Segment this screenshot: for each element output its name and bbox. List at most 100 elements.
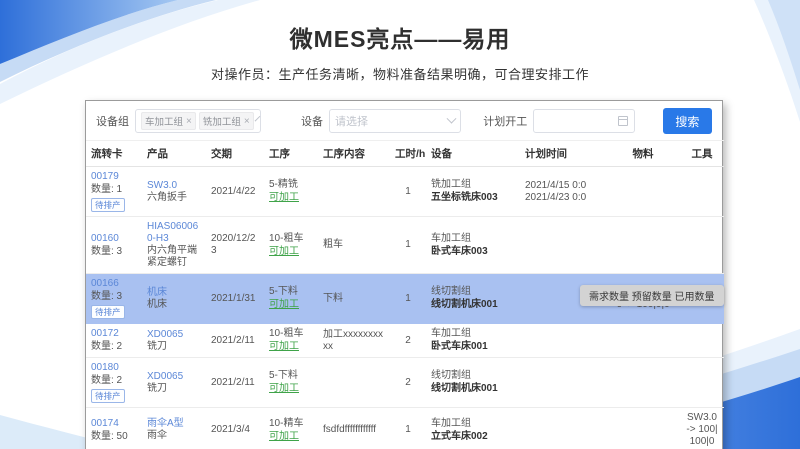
- status-badge: 待排产: [91, 198, 125, 212]
- status-badge: 待排产: [91, 389, 125, 403]
- search-button[interactable]: 搜索: [663, 108, 712, 134]
- flow-card-link[interactable]: 00160: [91, 233, 137, 245]
- product-name: 机床: [147, 299, 201, 311]
- device-group: 线切割组: [431, 286, 515, 298]
- device-group: 车加工组: [431, 233, 515, 245]
- process-state-link[interactable]: 可加工: [269, 383, 313, 395]
- process-state-link[interactable]: 可加工: [269, 431, 313, 443]
- quantity-text: 数量: 3: [91, 291, 137, 303]
- col-header-device: 设备: [426, 141, 520, 167]
- table-header-row: 流转卡 产品 交期 工序 工序内容 工时/h 设备 计划时间 物料 工具: [86, 141, 724, 167]
- status-badge: 待排产: [91, 305, 125, 319]
- table-row[interactable]: 00174 数量: 50 雨伞A型 雨伞 2021/3/4 10-精车 可加工 …: [86, 408, 724, 449]
- device-name: 线切割机床001: [431, 383, 515, 395]
- flow-card-link[interactable]: 00179: [91, 171, 137, 183]
- process-state-link[interactable]: 可加工: [269, 192, 313, 204]
- tool-info: [680, 358, 724, 408]
- tool-info: [680, 167, 724, 217]
- task-table-body: 00179 数量: 1 待排产 SW3.0 六角扳手 2021/4/22 5-精…: [86, 167, 724, 449]
- product-code-link[interactable]: XD0065: [147, 371, 201, 383]
- table-row[interactable]: 00180 数量: 2 待排产 XD0065 铣刀 2021/2/11 5-下料…: [86, 358, 724, 408]
- due-date: 2021/4/22: [206, 167, 264, 217]
- chevron-down-icon: [254, 115, 260, 121]
- tag-remove-icon[interactable]: ×: [186, 116, 192, 127]
- col-header-flow-card: 流转卡: [86, 141, 142, 167]
- process-content: [318, 358, 390, 408]
- selected-tag: 车加工组×: [141, 112, 196, 130]
- quantity-text: 数量: 2: [91, 341, 137, 353]
- plan-end-time: 2021/4/23 0:0: [525, 192, 601, 204]
- work-hours: 1: [390, 274, 426, 324]
- tool-info: [680, 217, 724, 274]
- col-header-process-content: 工序内容: [318, 141, 390, 167]
- quantity-text: 数量: 3: [91, 246, 137, 258]
- equipment-group-label: 设备组: [96, 113, 129, 129]
- col-header-plan-time: 计划时间: [520, 141, 606, 167]
- work-hours: 1: [390, 217, 426, 274]
- device-name: 五坐标铣床003: [431, 192, 515, 204]
- flow-card-link[interactable]: 00174: [91, 418, 137, 430]
- device-name: 线切割机床001: [431, 299, 515, 311]
- flow-card-link[interactable]: 00172: [91, 328, 137, 340]
- plan-start-label: 计划开工: [483, 113, 527, 129]
- calendar-icon: [618, 116, 628, 126]
- product-name: 六角扳手: [147, 192, 201, 204]
- equipment-select[interactable]: 请选择: [329, 109, 461, 133]
- page-title: 微MES亮点——易用: [0, 20, 800, 54]
- product-code-link[interactable]: 雨伞A型: [147, 418, 201, 430]
- equipment-select-placeholder: 请选择: [335, 113, 368, 129]
- col-header-material: 物料: [606, 141, 680, 167]
- process-content: 粗车: [318, 217, 390, 274]
- product-name: 雨伞: [147, 430, 201, 442]
- process-step: 10-粗车: [269, 233, 313, 245]
- tag-remove-icon[interactable]: ×: [244, 116, 250, 127]
- device-name: 立式车床002: [431, 431, 515, 443]
- page-subtitle: 对操作员：生产任务清晰，物料准备结果明确，可合理安排工作: [0, 64, 800, 83]
- device-name: 卧式车床003: [431, 246, 515, 258]
- tag-label: 铣加工组: [203, 114, 241, 128]
- process-content: 下料: [318, 274, 390, 324]
- material-tooltip: 需求数量 预留数量 已用数量: [580, 285, 724, 306]
- quantity-text: 数量: 1: [91, 184, 137, 196]
- process-content: [318, 167, 390, 217]
- device-group: 铣加工组: [431, 179, 515, 191]
- due-date: 2021/3/4: [206, 408, 264, 449]
- due-date: 2020/12/23: [206, 217, 264, 274]
- selected-tag: 铣加工组×: [199, 112, 254, 130]
- process-step: 5-精铣: [269, 179, 313, 191]
- col-header-process: 工序: [264, 141, 318, 167]
- flow-card-link[interactable]: 00166: [91, 278, 137, 290]
- tag-label: 车加工组: [145, 114, 183, 128]
- process-step: 10-精车: [269, 418, 313, 430]
- process-state-link[interactable]: 可加工: [269, 246, 313, 258]
- device-group: 车加工组: [431, 418, 515, 430]
- chevron-down-icon: [447, 113, 457, 123]
- filter-bar: 设备组 车加工组× 铣加工组× 设备 请选择 计划开工 搜索: [86, 101, 722, 140]
- process-content: 加工xxxxxxxxxx: [318, 324, 390, 358]
- product-code-link[interactable]: XD0065: [147, 329, 201, 341]
- product-name: 内六角平端紧定螺钉: [147, 245, 201, 269]
- table-row[interactable]: 00179 数量: 1 待排产 SW3.0 六角扳手 2021/4/22 5-精…: [86, 167, 724, 217]
- table-row[interactable]: 00160 数量: 3 HIAS060060-H3 内六角平端紧定螺钉 2020…: [86, 217, 724, 274]
- work-hours: 2: [390, 358, 426, 408]
- process-state-link[interactable]: 可加工: [269, 299, 313, 311]
- task-panel: 设备组 车加工组× 铣加工组× 设备 请选择 计划开工 搜索 流转卡 产品 交期: [85, 100, 723, 449]
- plan-start-time: 2021/4/15 0:0: [525, 180, 601, 192]
- product-code-link[interactable]: SW3.0: [147, 180, 201, 192]
- col-header-product: 产品: [142, 141, 206, 167]
- product-code-link[interactable]: HIAS060060-H3: [147, 221, 201, 245]
- work-hours: 2: [390, 324, 426, 358]
- work-hours: 1: [390, 408, 426, 449]
- device-name: 卧式车床001: [431, 341, 515, 353]
- product-code-link[interactable]: 机床: [147, 287, 201, 299]
- process-step: 5-下料: [269, 370, 313, 382]
- table-row[interactable]: 00172 数量: 2 XD0065 铣刀 2021/2/11 10-粗车 可加…: [86, 324, 724, 358]
- equipment-group-select[interactable]: 车加工组× 铣加工组×: [135, 109, 261, 133]
- equipment-label: 设备: [301, 113, 323, 129]
- process-state-link[interactable]: 可加工: [269, 341, 313, 353]
- plan-start-date-input[interactable]: [533, 109, 634, 133]
- tool-info: SW3.0 -> 100|100|0: [680, 408, 724, 449]
- flow-card-link[interactable]: 00180: [91, 362, 137, 374]
- product-name: 铣刀: [147, 341, 201, 353]
- device-group: 线切割组: [431, 370, 515, 382]
